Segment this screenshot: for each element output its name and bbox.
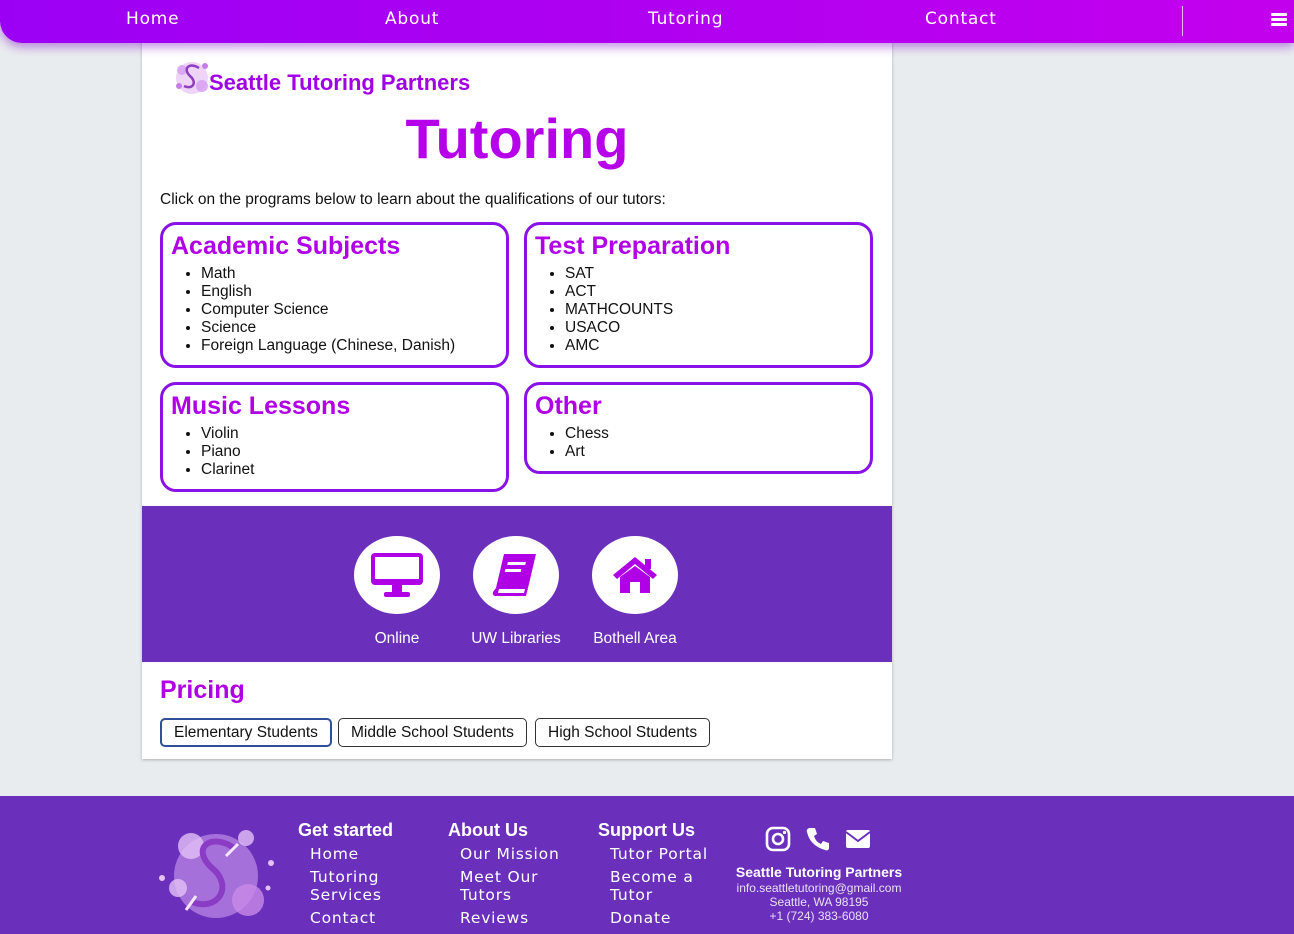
footer-column-support-us: Support Us Tutor Portal Become a Tutor D… xyxy=(598,820,730,932)
list-item: Violin xyxy=(201,425,498,443)
nav-divider xyxy=(1182,6,1183,36)
program-title: Music Lessons xyxy=(171,392,351,420)
program-list: Chess Art xyxy=(565,425,862,461)
list-item: SAT xyxy=(565,265,862,283)
program-list: Math English Computer Science Science Fo… xyxy=(201,265,498,355)
list-item: ACT xyxy=(565,283,862,301)
hamburger-icon[interactable] xyxy=(1271,13,1287,27)
footer-link-donate[interactable]: Donate xyxy=(610,909,730,927)
pricing-tab-elementary[interactable]: Elementary Students xyxy=(160,718,332,747)
page-title: Tutoring xyxy=(405,107,629,170)
location-label: Online xyxy=(374,630,420,647)
footer-link-our-mission[interactable]: Our Mission xyxy=(460,845,580,863)
location-icon-circle xyxy=(473,536,559,614)
footer: Get started Home Tutoring Services Conta… xyxy=(0,796,1294,934)
program-title: Academic Subjects xyxy=(171,232,401,260)
top-navigation-bar: Home About Tutoring Contact xyxy=(0,0,1294,43)
list-item: English xyxy=(201,283,498,301)
intro-text: Click on the programs below to learn abo… xyxy=(160,191,666,208)
program-title: Other xyxy=(535,392,602,420)
desktop-icon xyxy=(371,553,423,597)
program-title: Test Preparation xyxy=(535,232,731,260)
footer-link-meet-our-tutors[interactable]: Meet Our Tutors xyxy=(460,868,580,904)
footer-link-become-a-tutor[interactable]: Become a Tutor xyxy=(610,868,730,904)
contact-name: Seattle Tutoring Partners xyxy=(735,864,903,880)
list-item: Science xyxy=(201,319,498,337)
program-card-other[interactable]: Other Chess Art xyxy=(524,382,873,474)
program-card-academic[interactable]: Academic Subjects Math English Computer … xyxy=(160,222,509,368)
brand-name: Seattle Tutoring Partners xyxy=(209,70,471,95)
nav-link-home[interactable]: Home xyxy=(126,9,179,29)
brand-logo-icon xyxy=(176,62,208,94)
program-card-music[interactable]: Music Lessons Violin Piano Clarinet xyxy=(160,382,509,492)
locations-band: Online UW Libraries Bothell Area xyxy=(142,506,892,662)
pricing-title: Pricing xyxy=(160,676,245,704)
list-item: USACO xyxy=(565,319,862,337)
location-label: Bothell Area xyxy=(593,630,677,647)
location-icon-circle xyxy=(592,536,678,614)
contact-phone[interactable]: +1 (724) 383-6080 xyxy=(734,909,904,923)
footer-link-tutoring-services[interactable]: Tutoring Services xyxy=(310,868,430,904)
home-icon xyxy=(613,557,657,593)
pricing-tab-high-school[interactable]: High School Students xyxy=(535,718,711,747)
list-item: Art xyxy=(565,443,862,461)
program-list: SAT ACT MATHCOUNTS USACO AMC xyxy=(565,265,862,355)
location-label: UW Libraries xyxy=(471,630,561,647)
footer-link-home[interactable]: Home xyxy=(310,845,430,863)
main-content-card: Seattle Tutoring Partners Tutoring Click… xyxy=(142,40,892,759)
location-uw-libraries[interactable]: UW Libraries xyxy=(456,536,576,648)
list-item: Foreign Language (Chinese, Danish) xyxy=(201,337,498,355)
phone-icon[interactable] xyxy=(804,826,832,852)
nav-link-about[interactable]: About xyxy=(385,9,439,29)
location-bothell[interactable]: Bothell Area xyxy=(575,536,695,648)
contact-address: Seattle, WA 98195 xyxy=(769,895,869,909)
pricing-tab-middle-school[interactable]: Middle School Students xyxy=(338,718,527,747)
nav-link-tutoring[interactable]: Tutoring xyxy=(648,9,723,29)
program-card-test-prep[interactable]: Test Preparation SAT ACT MATHCOUNTS USAC… xyxy=(524,222,873,368)
footer-heading: Get started xyxy=(298,820,394,840)
footer-heading: Support Us xyxy=(598,820,695,840)
nav-link-contact[interactable]: Contact xyxy=(925,9,997,29)
list-item: Computer Science xyxy=(201,301,498,319)
social-icons xyxy=(764,826,884,852)
envelope-icon[interactable] xyxy=(844,826,872,852)
brand-header[interactable]: Seattle Tutoring Partners xyxy=(170,54,490,98)
location-online[interactable]: Online xyxy=(337,536,457,648)
contact-email[interactable]: info.seattletutoring@gmail.com xyxy=(734,881,904,895)
book-icon xyxy=(492,554,536,596)
list-item: MATHCOUNTS xyxy=(565,301,862,319)
footer-column-about-us: About Us Our Mission Meet Our Tutors Rev… xyxy=(448,820,580,932)
list-item: AMC xyxy=(565,337,862,355)
list-item: Clarinet xyxy=(201,461,498,479)
program-list: Violin Piano Clarinet xyxy=(201,425,498,479)
footer-heading: About Us xyxy=(448,820,528,840)
footer-logo-icon[interactable] xyxy=(156,818,278,928)
list-item: Piano xyxy=(201,443,498,461)
footer-column-get-started: Get started Home Tutoring Services Conta… xyxy=(298,820,430,932)
footer-link-tutor-portal[interactable]: Tutor Portal xyxy=(610,845,730,863)
location-icon-circle xyxy=(354,536,440,614)
footer-link-contact[interactable]: Contact xyxy=(310,909,430,927)
list-item: Chess xyxy=(565,425,862,443)
instagram-icon[interactable] xyxy=(764,826,792,852)
footer-contact-info: Seattle Tutoring Partners info.seattletu… xyxy=(734,864,904,923)
footer-link-reviews[interactable]: Reviews xyxy=(460,909,580,927)
list-item: Math xyxy=(201,265,498,283)
